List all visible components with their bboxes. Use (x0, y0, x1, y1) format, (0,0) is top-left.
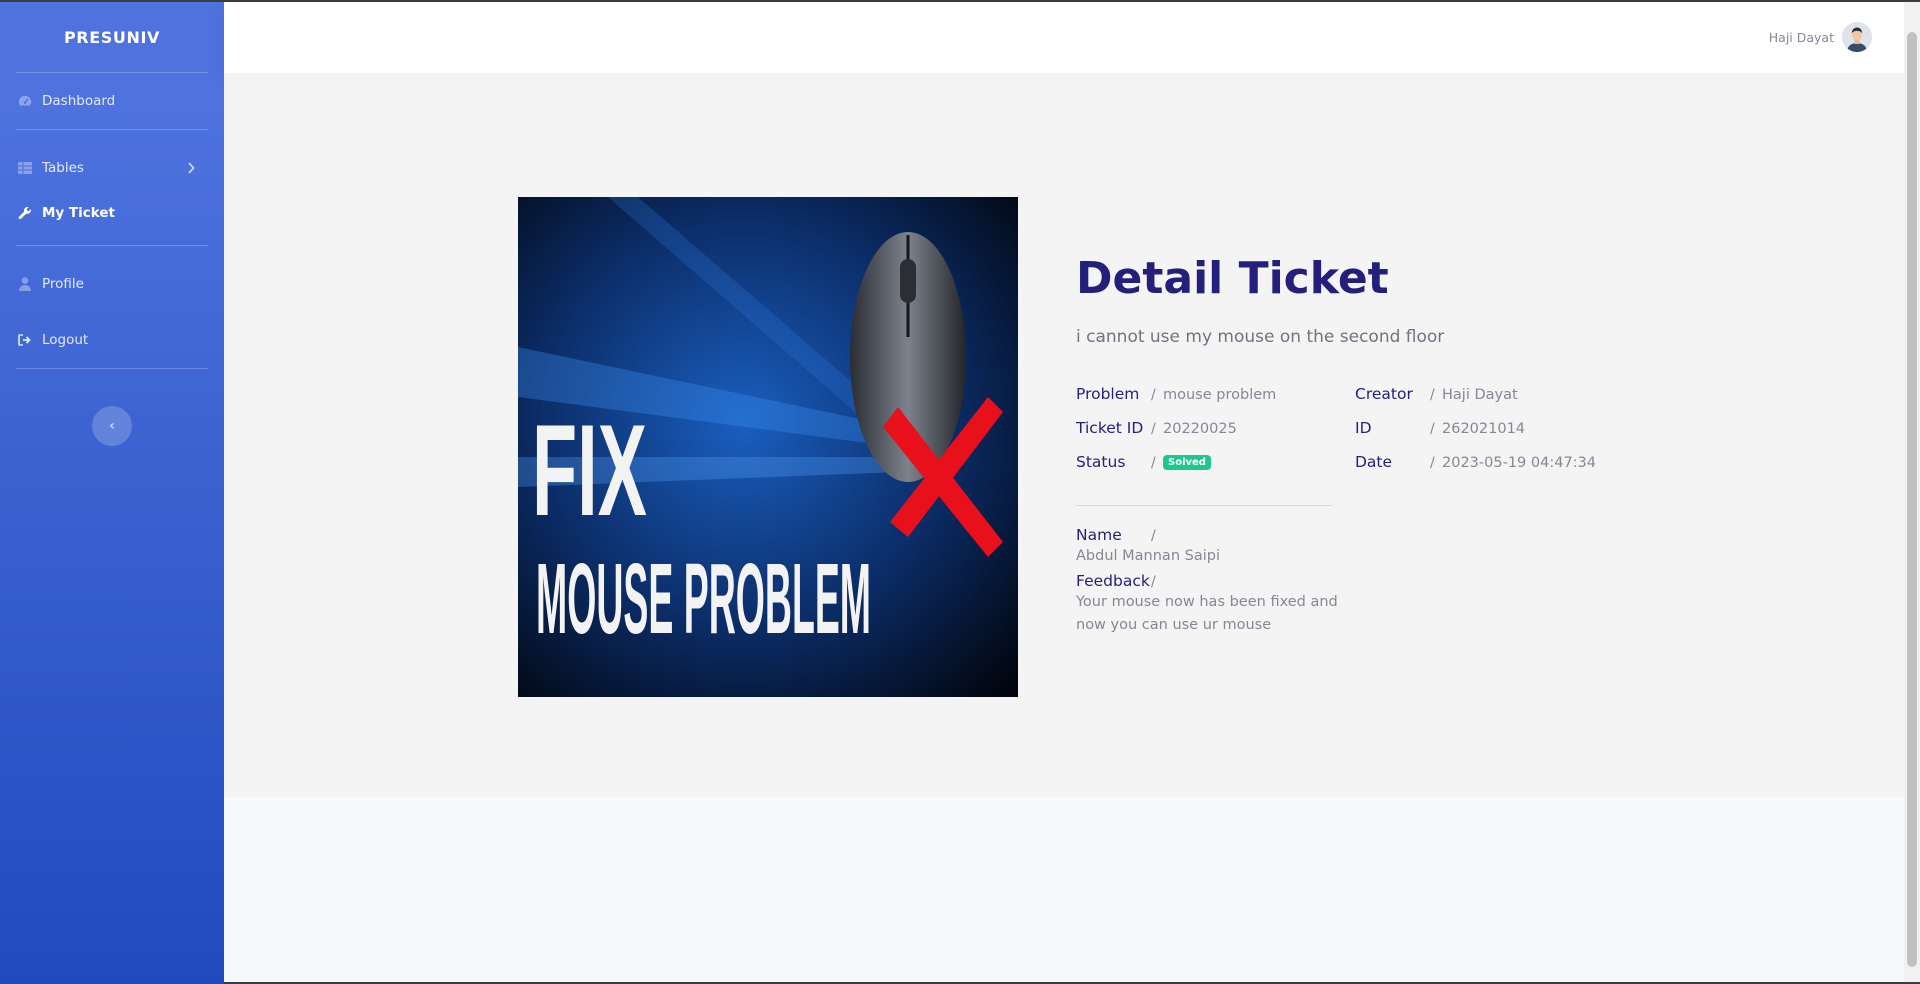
field-handler-name: Name / (1076, 526, 1156, 544)
status-badge: Solved (1163, 455, 1211, 470)
page-title: Detail Ticket (1076, 253, 1389, 304)
sidebar-item-logout[interactable]: Logout (0, 312, 224, 368)
field-separator: / (1430, 387, 1435, 403)
field-separator: / (1151, 455, 1156, 471)
handler-name-value: Abdul Mannan Saipi (1076, 548, 1220, 564)
field-id: ID / 262021014 (1355, 419, 1525, 437)
field-label: Feedback (1076, 572, 1150, 590)
sidebar-divider (16, 245, 208, 246)
topbar: Haji Dayat (224, 2, 1904, 73)
table-icon (16, 159, 34, 177)
sidebar-toggle-button[interactable]: ‹ (92, 406, 132, 446)
dashboard-icon (16, 92, 34, 110)
field-ticket-id: Ticket ID / 20220025 (1076, 419, 1237, 437)
ticket-description: i cannot use my mouse on the second floo… (1076, 327, 1445, 347)
sidebar-item-my-ticket[interactable]: My Ticket (0, 196, 224, 230)
sidebar: PRESUNIV Dashboard Tables My Ticket Prof… (0, 2, 224, 984)
brand-logo[interactable]: PRESUNIV (0, 2, 224, 72)
field-separator: / (1151, 421, 1156, 437)
user-icon (16, 275, 34, 293)
sidebar-divider (16, 368, 208, 369)
sidebar-item-label: Tables (42, 160, 84, 176)
field-label: Problem (1076, 385, 1140, 403)
logout-icon (16, 331, 34, 349)
field-value: 262021014 (1442, 421, 1526, 437)
field-label: Ticket ID (1076, 419, 1144, 437)
field-label: ID (1355, 419, 1372, 437)
field-creator: Creator / Haji Dayat (1355, 385, 1518, 403)
image-caption-fix: FIX (532, 397, 647, 543)
sidebar-item-label: Profile (42, 276, 84, 292)
field-label: Date (1355, 453, 1393, 471)
section-divider (1076, 505, 1332, 506)
field-value: 20220025 (1163, 421, 1237, 437)
sidebar-item-label: My Ticket (42, 205, 115, 221)
wrench-icon (16, 204, 34, 222)
field-status: Status / Solved (1076, 453, 1211, 472)
field-value: mouse problem (1163, 387, 1277, 403)
sidebar-item-profile[interactable]: Profile (0, 256, 224, 312)
field-date: Date / 2023-05-19 04:47:34 (1355, 453, 1596, 471)
field-separator: / (1151, 574, 1156, 590)
sidebar-item-label: Logout (42, 332, 89, 348)
window-top-border (0, 0, 1920, 2)
image-caption-mouse-problem: MOUSE PROBLEM (536, 543, 871, 655)
field-value: Haji Dayat (1442, 387, 1518, 403)
ticket-image: FIX MOUSE PROBLEM (518, 197, 1018, 697)
user-name: Haji Dayat (1768, 29, 1834, 45)
field-separator: / (1430, 421, 1435, 437)
field-label: Name (1076, 526, 1122, 544)
field-problem: Problem / mouse problem (1076, 385, 1276, 403)
sidebar-divider (16, 129, 208, 130)
feedback-value: Your mouse now has been fixed and now yo… (1076, 594, 1338, 633)
scrollbar-thumb[interactable] (1907, 32, 1917, 967)
user-menu[interactable]: Haji Dayat (1769, 22, 1872, 52)
field-label: Creator (1355, 385, 1413, 403)
sidebar-item-tables[interactable]: Tables (0, 140, 224, 196)
field-label: Status (1076, 453, 1126, 471)
field-separator: / (1430, 455, 1435, 471)
field-separator: / (1151, 528, 1156, 544)
field-separator: / (1151, 387, 1156, 403)
avatar[interactable] (1842, 22, 1872, 52)
chevron-right-icon (182, 159, 200, 177)
field-value: 2023-05-19 04:47:34 (1442, 455, 1596, 471)
sidebar-item-label: Dashboard (42, 93, 116, 109)
field-feedback: Feedback / (1076, 572, 1156, 590)
ticket-detail-section: FIX MOUSE PROBLEM Detail Ticket i cannot… (224, 73, 1904, 797)
scrollbar[interactable] (1904, 2, 1920, 984)
chevron-left-icon: ‹ (109, 418, 115, 434)
sidebar-item-dashboard[interactable]: Dashboard (0, 73, 224, 129)
